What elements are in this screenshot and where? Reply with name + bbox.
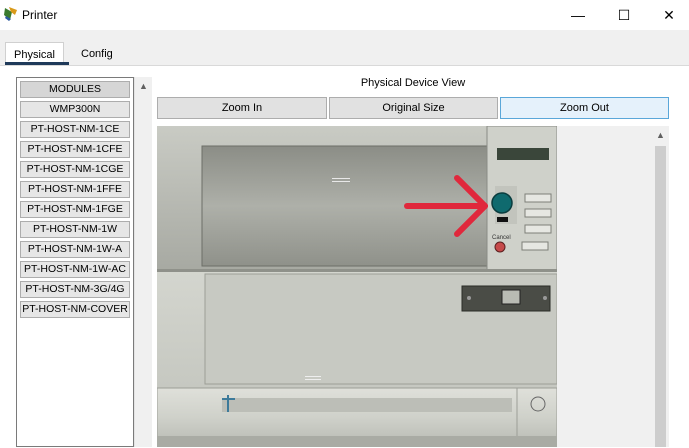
close-button[interactable]: ✕ [646,0,689,30]
minimize-button[interactable]: — [555,0,601,30]
module-item[interactable]: PT-HOST-NM-1W [20,221,130,238]
printer-app-icon [4,7,17,21]
power-button[interactable] [491,192,513,214]
zoom-in-button[interactable]: Zoom In [157,97,327,119]
maximize-button[interactable]: ☐ [601,0,647,30]
module-item[interactable]: PT-HOST-NM-1FGE [20,201,130,218]
device-view: Cancel [157,126,652,447]
minimize-icon: — [571,7,585,23]
module-item[interactable]: PT-HOST-NM-1FFE [20,181,130,198]
module-item[interactable]: PT-HOST-NM-3G/4G [20,281,130,298]
module-item[interactable]: PT-HOST-NM-1CFE [20,141,130,158]
modules-scrollbar[interactable]: ▲ [134,77,152,447]
modules-list: MODULES WMP300N PT-HOST-NM-1CE PT-HOST-N… [16,77,134,447]
zoom-out-button[interactable]: Zoom Out [500,97,669,119]
title-bar: Printer — ☐ ✕ [0,0,689,30]
maximize-icon: ☐ [617,6,631,23]
module-item[interactable]: PT-HOST-NM-COVER [20,301,130,318]
original-size-button[interactable]: Original Size [329,97,498,119]
cancel-label: Cancel [492,235,511,241]
cancel-button[interactable] [494,241,506,253]
physical-device-view-title: Physical Device View [360,77,466,89]
device-view-scrollbar[interactable]: ▲ [652,126,669,447]
module-item[interactable]: PT-HOST-NM-1W-A [20,241,130,258]
active-tab-indicator [5,62,69,65]
scroll-up-icon[interactable]: ▲ [135,77,152,94]
tab-config[interactable]: Config [73,42,121,66]
printer-device-image: Cancel [157,126,652,447]
modules-header: MODULES [20,81,130,98]
module-item[interactable]: PT-HOST-NM-1CGE [20,161,130,178]
module-item[interactable]: PT-HOST-NM-1W-AC [20,261,130,278]
module-item[interactable]: WMP300N [20,101,130,118]
scroll-up-icon[interactable]: ▲ [652,126,669,143]
close-icon: ✕ [663,6,675,23]
window-title: Printer [22,8,58,22]
scrollbar-thumb[interactable] [655,146,666,447]
module-item[interactable]: PT-HOST-NM-1CE [20,121,130,138]
tab-bar: Physical Config [0,42,689,67]
